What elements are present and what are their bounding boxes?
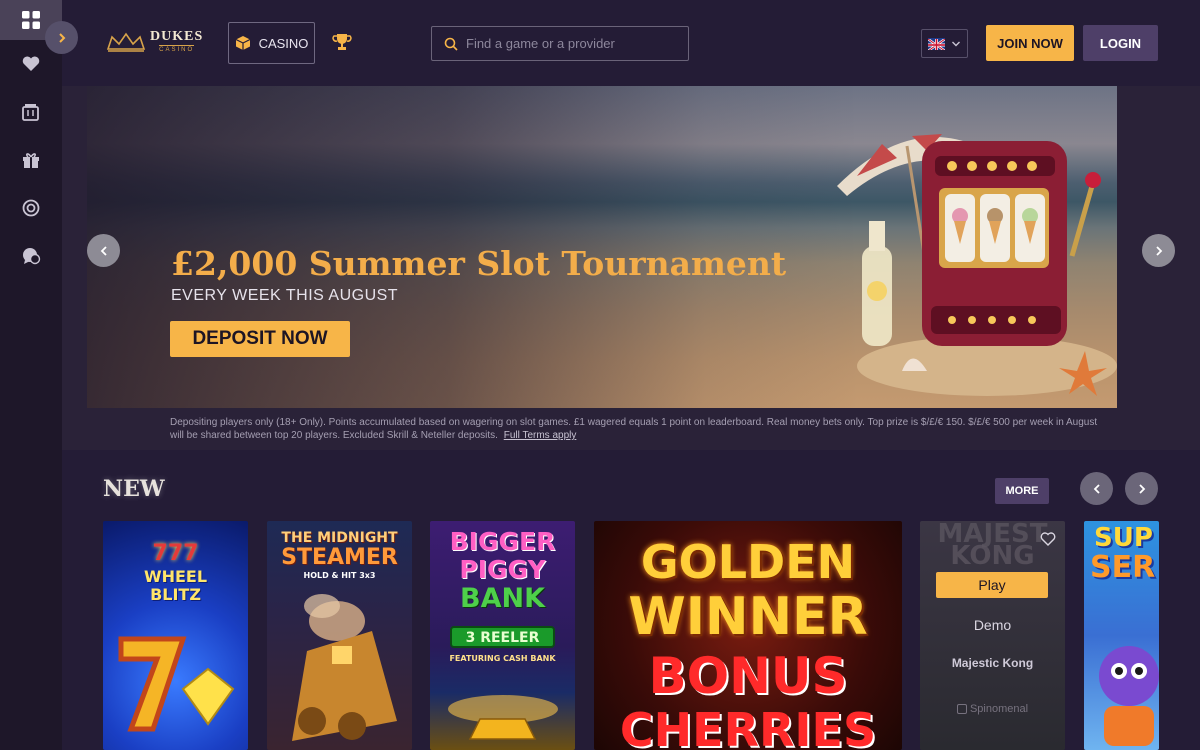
search-box[interactable] — [431, 26, 689, 61]
search-input[interactable] — [466, 36, 676, 51]
tile-title-line: SER — [1090, 550, 1156, 585]
search-icon — [444, 37, 458, 51]
lifebuoy-icon — [22, 199, 40, 217]
provider-label: Spinomenal — [969, 703, 1029, 715]
tile-title-line: PIGGY — [459, 555, 546, 584]
carousel-prev-button[interactable] — [1080, 472, 1113, 505]
chevron-left-icon — [1093, 483, 1100, 494]
tile-title-line: FEATURING CASH BANK — [449, 654, 556, 663]
uk-flag-icon — [928, 37, 945, 50]
provider-logo-icon — [956, 704, 967, 715]
tile-title-line: CHERRIES — [619, 703, 877, 750]
carousel-next-button[interactable] — [1125, 472, 1158, 505]
deposit-now-button[interactable]: DEPOSIT NOW — [170, 321, 350, 357]
tile-title-line: 777 — [152, 541, 199, 566]
language-selector[interactable] — [921, 29, 968, 58]
tile-title-line: 3 REELER — [465, 630, 540, 646]
tile-title-line: WINNER — [628, 587, 868, 647]
join-now-button[interactable]: JOIN NOW — [986, 25, 1074, 61]
banner-title: £2,000 Summer Slot Tournament — [171, 244, 787, 283]
crown-icon — [106, 32, 146, 52]
banner-prev-button[interactable] — [87, 234, 120, 267]
slot-machine-icon — [22, 104, 39, 121]
logo[interactable]: DUKES CASINO — [106, 30, 203, 53]
game-tile-golden-winner[interactable]: GOLDEN WINNER BONUS CHERRIES — [594, 521, 902, 750]
sidebar-item-support[interactable] — [0, 184, 62, 232]
logo-sub-text: CASINO — [159, 45, 195, 53]
game-carousel: 777 WHEEL BLITZ THE MIDNIGHT STEAMER HOL… — [103, 521, 1159, 750]
login-button[interactable]: LOGIN — [1083, 25, 1158, 61]
tile-title-line: GOLDEN — [640, 535, 856, 589]
tile-title-line: STEAMER — [281, 545, 398, 570]
chevron-right-icon — [1138, 483, 1145, 494]
header: DUKES CASINO CASINO JOIN NOW LOGIN — [62, 0, 1200, 86]
sidebar — [0, 0, 62, 750]
sidebar-item-help[interactable] — [0, 232, 62, 280]
slot-machine-illustration — [837, 134, 1117, 396]
tile-title-line: BANK — [460, 583, 545, 614]
tile-title-line: BIGGER — [449, 527, 556, 556]
game-tile-wheel-blitz[interactable]: 777 WHEEL BLITZ — [103, 521, 248, 750]
section-title-new: NEW — [103, 476, 165, 502]
heart-outline-icon — [1040, 532, 1056, 546]
reeler-badge: 3 REELER — [450, 626, 555, 648]
game-tile-bigger-piggy-bank[interactable]: BIGGER PIGGY BANK 3 REELER FEATURING CAS… — [430, 521, 575, 750]
play-button[interactable]: Play — [936, 572, 1048, 598]
tile-title-line: BONUS — [648, 647, 848, 705]
gift-icon — [23, 153, 39, 168]
game-tile-midnight-steamer[interactable]: THE MIDNIGHT STEAMER HOLD & HIT 3x3 — [267, 521, 412, 750]
chat-help-icon — [23, 248, 41, 265]
chevron-down-icon — [952, 41, 960, 46]
banner-subtitle: EVERY WEEK THIS AUGUST — [171, 287, 399, 304]
full-terms-link[interactable]: Full Terms apply — [504, 430, 577, 441]
demo-link[interactable]: Demo — [920, 617, 1065, 633]
terms-text: Depositing players only (18+ Only). Poin… — [170, 417, 1098, 441]
sidebar-expand-button[interactable] — [45, 21, 78, 54]
favourite-button[interactable] — [1034, 525, 1062, 553]
game-name: Majestic Kong — [951, 656, 1034, 670]
tile-title-line: HOLD & HIT 3x3 — [303, 571, 376, 580]
heart-icon — [22, 56, 40, 71]
character-art — [1099, 646, 1159, 746]
promo-banner[interactable]: £2,000 Summer Slot Tournament EVERY WEEK… — [87, 86, 1117, 408]
seven-diamond-art — [118, 636, 235, 732]
sidebar-item-promotions[interactable] — [0, 136, 62, 184]
chevron-right-icon — [58, 32, 65, 43]
tile-title-line: SUP — [1094, 523, 1153, 553]
provider-name: Spinomenal — [920, 703, 1065, 715]
tile-title-line: WHEEL — [143, 567, 208, 586]
casino-label: CASINO — [258, 35, 309, 51]
trophy-icon[interactable] — [332, 32, 352, 57]
logo-main-text: DUKES — [150, 29, 204, 44]
grid-icon — [22, 11, 40, 29]
steam-train-art — [292, 594, 397, 741]
casino-button[interactable]: CASINO — [228, 22, 315, 64]
game-tile-partial[interactable]: SUP SER — [1084, 521, 1159, 750]
gold-bars-art — [448, 695, 558, 740]
banner-next-button[interactable] — [1142, 234, 1175, 267]
chevron-left-icon — [100, 245, 107, 256]
chevron-right-icon — [1155, 245, 1162, 256]
cube-icon — [235, 36, 250, 50]
banner-terms: Depositing players only (18+ Only). Poin… — [170, 416, 1110, 442]
tile-title-line: THE MIDNIGHT — [281, 530, 398, 546]
tile-title-line: BLITZ — [150, 585, 201, 604]
more-button[interactable]: MORE — [995, 478, 1049, 504]
game-tile-majestic-kong[interactable]: MAJEST KONG Play Demo Majestic Kong Spin… — [920, 521, 1065, 750]
sidebar-item-slots[interactable] — [0, 88, 62, 136]
